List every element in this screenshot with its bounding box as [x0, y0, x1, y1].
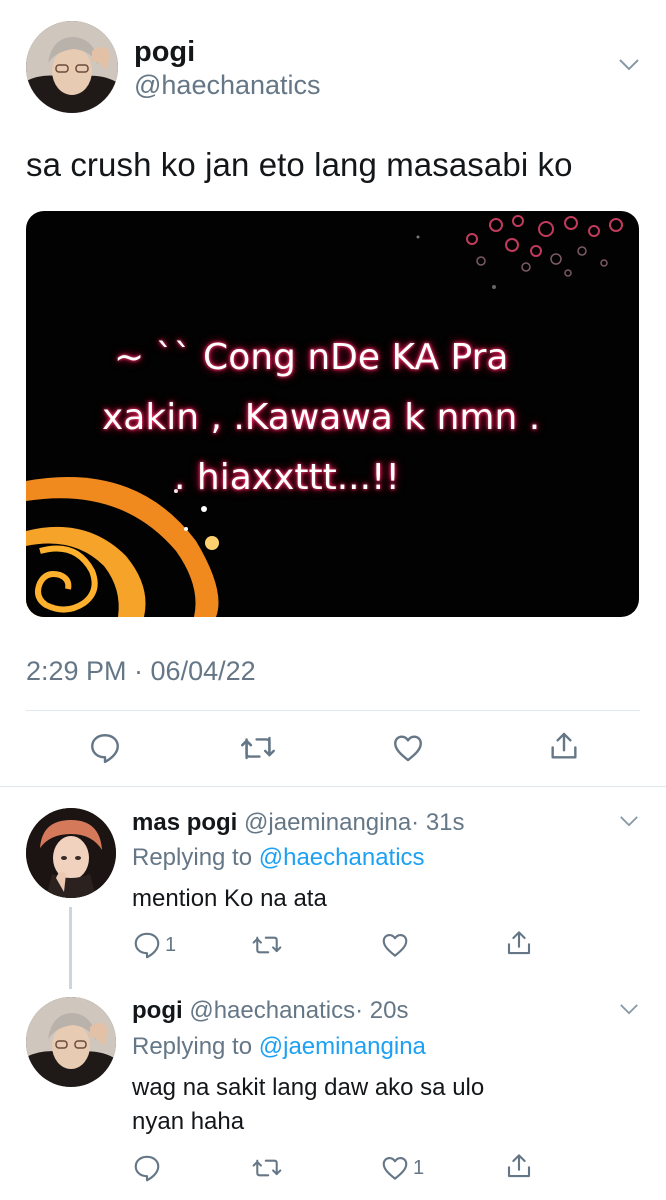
reply2-text-line-2: nyan haha: [132, 1108, 245, 1135]
reply1-reply-count: 1: [165, 933, 177, 956]
reply1-share-button[interactable]: [504, 928, 534, 958]
reply2-retweet-button[interactable]: [250, 1155, 284, 1181]
share-upload-icon: [507, 931, 531, 955]
reply1-time[interactable]: · 31s: [411, 809, 464, 836]
like-button[interactable]: [391, 731, 425, 765]
divider: [26, 710, 640, 711]
reply1-replying-to: Replying to @haechanatics: [132, 844, 425, 872]
speech-bubble-icon: [91, 734, 119, 764]
reply1-author-handle[interactable]: @jaeminangina: [244, 809, 411, 836]
reply1-text: mention Ko na ata: [132, 885, 327, 912]
chevron-down-icon[interactable]: [619, 1003, 639, 1016]
reply2-author-name[interactable]: pogi: [132, 997, 183, 1024]
divider: [0, 786, 666, 787]
reply2-reply-button[interactable]: [132, 1153, 162, 1183]
reply2-header: pogi @haechanatics· 20s: [132, 997, 408, 1025]
reply2-avatar[interactable]: [26, 997, 116, 1087]
retweet-arrows-icon: [252, 936, 282, 954]
reply-button[interactable]: [88, 731, 122, 765]
reply2-share-button[interactable]: [504, 1151, 534, 1181]
speech-bubble-icon: [134, 1155, 160, 1182]
tweet-media-image[interactable]: ~ `` Cong nDe KA Pra xakin , .Kawawa k n…: [26, 211, 639, 617]
thread-connector-line: [69, 907, 72, 989]
tweet-timestamp[interactable]: 2:29 PM · 06/04/22: [26, 656, 256, 687]
reply1-header: mas pogi @jaeminangina· 31s: [132, 809, 465, 837]
reply2-author-handle[interactable]: @haechanatics: [189, 997, 355, 1024]
media-text-line-3: . hiaxxttt...!!: [174, 457, 400, 498]
speech-bubble-icon: [134, 932, 160, 959]
reply2-like-count: 1: [413, 1156, 425, 1179]
heart-outline-icon: [382, 1156, 408, 1180]
retweet-button[interactable]: [238, 733, 278, 763]
reply2-like-button[interactable]: 1: [380, 1153, 424, 1183]
share-upload-icon: [507, 1154, 531, 1178]
heart-outline-icon: [394, 735, 422, 762]
reply2-time[interactable]: · 20s: [355, 997, 408, 1024]
heart-outline-icon: [382, 933, 408, 957]
share-upload-icon: [551, 732, 577, 759]
reply1-reply-button[interactable]: 1: [132, 930, 176, 960]
media-text-line-2: xakin , .Kawawa k nmn .: [102, 397, 541, 438]
tweet-text: sa crush ko jan eto lang masasabi ko: [26, 146, 573, 183]
reply2-replying-label: Replying to: [132, 1033, 253, 1060]
share-button[interactable]: [547, 729, 581, 763]
retweet-arrows-icon: [252, 1159, 282, 1177]
reply1-replying-label: Replying to: [132, 844, 253, 871]
reply1-avatar[interactable]: [26, 808, 116, 898]
reply1-retweet-button[interactable]: [250, 932, 284, 958]
reply1-replying-link[interactable]: @haechanatics: [259, 844, 425, 871]
chevron-down-icon[interactable]: [619, 815, 639, 828]
chevron-down-icon[interactable]: [618, 58, 640, 72]
reply2-text-line-1: wag na sakit lang daw ako sa ulo: [132, 1074, 485, 1101]
reply2-replying-to: Replying to @jaeminangina: [132, 1033, 426, 1061]
reply1-author-name[interactable]: mas pogi: [132, 809, 237, 836]
reply2-replying-link[interactable]: @jaeminangina: [259, 1033, 426, 1060]
reply1-like-button[interactable]: [380, 930, 410, 960]
main-avatar[interactable]: [26, 21, 118, 113]
main-author-handle[interactable]: @haechanatics: [134, 70, 321, 101]
media-text-line-1: ~ `` Cong nDe KA Pra: [114, 337, 509, 378]
retweet-arrows-icon: [241, 736, 275, 760]
main-author-name[interactable]: pogi: [134, 36, 195, 69]
